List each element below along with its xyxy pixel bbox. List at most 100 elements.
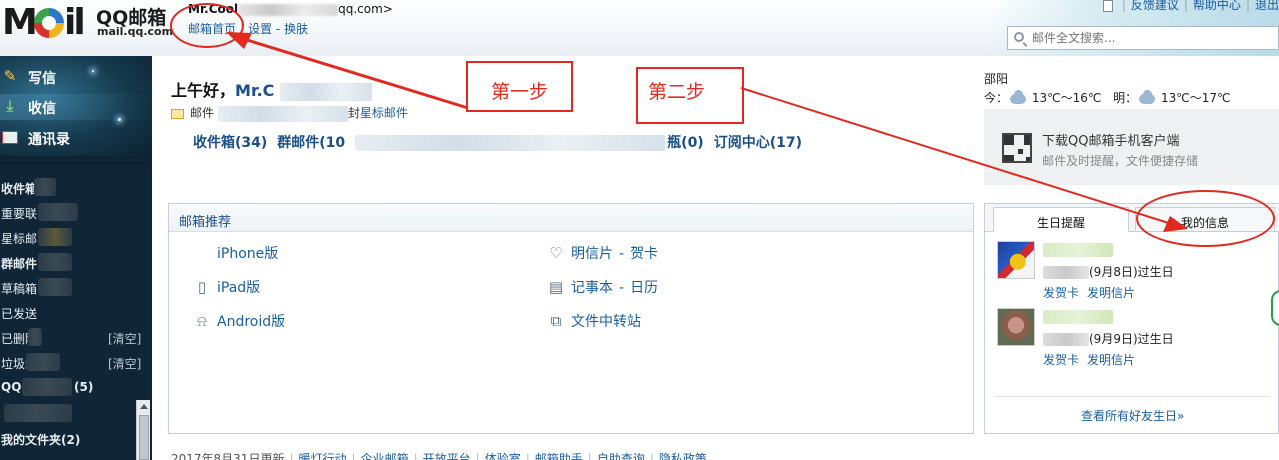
redacted-text (38, 278, 72, 296)
skin-link[interactable]: 换肤 (284, 22, 308, 36)
qq-mail-logo[interactable]: M il QQ邮箱 mail.qq.com (0, 0, 173, 52)
send-card-link[interactable]: 发贺卡 (1043, 286, 1079, 300)
footer-link[interactable]: 企业邮箱 (361, 452, 409, 460)
settings-link[interactable]: 设置 (248, 22, 272, 36)
redacted-name (279, 82, 372, 101)
app-download-title: 下载QQ邮箱手机客户端 (1042, 134, 1180, 149)
redacted-name (1043, 266, 1089, 279)
folder-group[interactable]: 群邮件 (0, 251, 150, 273)
write-button[interactable]: ✎ 写信 (0, 64, 150, 90)
side-widget-tab[interactable] (1271, 290, 1279, 326)
mail-stats: 收件箱(34) 群邮件(10 瓶(0) 订阅中心(17) (193, 132, 812, 152)
folder-name: QQ (1, 380, 22, 394)
bottle-link[interactable]: 瓶(0) (667, 135, 704, 151)
redacted-text (26, 353, 60, 371)
logo-ring-icon (34, 8, 64, 38)
greeting-text: 上午好 (171, 81, 220, 100)
tomorrow-temp: 13℃～17℃ (1161, 91, 1231, 105)
send-postcard-link[interactable]: 发明信片 (1087, 286, 1135, 300)
cloud-rain-icon (1139, 89, 1156, 104)
help-link[interactable]: 帮助中心 (1193, 0, 1241, 12)
folder-spam[interactable]: 垃圾箱 [清空] (0, 351, 150, 373)
ipad-link[interactable]: ▯ iPad版 (193, 277, 260, 297)
folder-drafts[interactable]: 草稿箱 (0, 276, 150, 298)
contacts-button[interactable]: 通讯录 (0, 125, 150, 151)
android-link[interactable]: ⍾ Android版 (193, 311, 285, 331)
my-folders[interactable]: 我的文件夹(2) (0, 427, 150, 449)
today-label: 今： (984, 91, 1009, 105)
calendar-link[interactable]: 日历 (630, 280, 658, 296)
feedback-icon (1102, 0, 1113, 12)
app-download-subtitle: 邮件及时提醒，文件便捷存储 (1042, 154, 1199, 168)
redacted-email (238, 3, 339, 16)
highlight-circle-home (170, 3, 244, 48)
redacted-text (38, 253, 72, 271)
iphone-link[interactable]: iPhone版 (193, 243, 278, 263)
folder-sent[interactable]: 已发送 (0, 301, 150, 323)
search-input[interactable] (1032, 30, 1272, 46)
subscribe-center-link[interactable]: 订阅中心(17) (714, 135, 802, 151)
dash: - (275, 22, 281, 36)
folder-count: (5) (74, 380, 94, 394)
scroll-thumb[interactable] (139, 415, 149, 460)
tab-birthday-reminder[interactable]: 生日提醒 (993, 207, 1129, 232)
qr-code-icon (1002, 133, 1032, 163)
footer-link[interactable]: 开放平台 (423, 452, 471, 460)
folder-inbox[interactable]: 收件箱 (0, 176, 150, 198)
group-mail-link[interactable]: 群邮件(10 (277, 135, 345, 151)
folder-starred[interactable]: 星标邮 (0, 226, 150, 248)
footer-link[interactable]: 隐私政策 (659, 452, 707, 460)
weather-city: 邵阳 (984, 72, 1009, 86)
footer-link[interactable]: 自助查询 (597, 452, 645, 460)
calendar-icon: ▤ (548, 278, 564, 296)
divider (995, 396, 1270, 397)
android-icon: ⍾ (197, 312, 207, 330)
greeting-card-link[interactable]: 贺卡 (630, 246, 658, 262)
contacts-icon (2, 131, 18, 144)
feedback-link[interactable]: 反馈建议 (1131, 0, 1179, 12)
top-right-links: | 反馈建议 | 帮助中心 | 退出 (1102, 0, 1279, 13)
avatar[interactable] (997, 241, 1035, 279)
empty-trash-button[interactable]: [清空] (108, 330, 141, 347)
logout-link[interactable]: 退出 (1255, 0, 1279, 12)
redacted-name (1043, 333, 1089, 346)
highlight-circle-myinfo (1136, 190, 1275, 247)
pencil-icon: ✎ (3, 67, 17, 85)
search-icon (1014, 32, 1024, 42)
account-email-tail: qq.com> (338, 2, 393, 16)
search-box[interactable] (1007, 26, 1279, 50)
folder-name: 收件箱 (1, 182, 38, 196)
redacted-text (38, 203, 78, 221)
view-all-birthdays-link[interactable]: 查看所有好友生日» (1081, 407, 1184, 424)
folder-list: 收件箱 重要联 星标邮 群邮件 草稿箱 已发送 已删除 [清空] 垃圾箱 [清空… (0, 163, 150, 460)
empty-spam-button[interactable]: [清空] (108, 355, 141, 372)
footer-link[interactable]: 暖灯行动 (299, 452, 347, 460)
postcard-link[interactable]: ♡ 明信片 - 贺卡 (547, 243, 658, 263)
folder-qq[interactable]: QQ (5) (0, 376, 150, 398)
footer-link[interactable]: 体验室 (485, 452, 521, 460)
folder-name: 草稿箱 (1, 282, 38, 296)
folder-important[interactable]: 重要联 (0, 201, 150, 223)
avatar[interactable] (997, 308, 1035, 346)
folder-deleted[interactable]: 已删除 [清空] (0, 326, 150, 348)
receive-button[interactable]: ⤓ 收信 (0, 94, 150, 120)
birthday-text: (9月8日)过生日 (1043, 263, 1174, 280)
send-postcard-link[interactable]: 发明信片 (1087, 353, 1135, 367)
envelope-icon (171, 108, 184, 119)
tablet-icon: ▯ (197, 278, 207, 296)
sidebar-actions: ✎ 写信 ⤓ 收信 通讯录 (0, 56, 152, 156)
app-download-box[interactable]: 下载QQ邮箱手机客户端 邮件及时提醒，文件便捷存储 (984, 109, 1279, 185)
inbox-count-link[interactable]: 收件箱(34) (193, 135, 267, 151)
starred-mail-link[interactable]: 星标邮件 (360, 106, 408, 120)
footer-link[interactable]: 邮箱助手 (535, 452, 583, 460)
birthday-text: (9月9日)过生日 (1043, 330, 1174, 347)
folder-name: 重要联 (1, 207, 38, 221)
file-transfer-link[interactable]: ⧉ 文件中转站 (547, 311, 641, 331)
write-label: 写信 (28, 71, 56, 87)
folder-redacted[interactable] (0, 402, 150, 424)
notebook-link[interactable]: ▤ 记事本 - 日历 (547, 277, 658, 297)
redacted-text (28, 328, 42, 346)
sidebar-scrollbar[interactable] (136, 400, 150, 460)
send-card-link[interactable]: 发贺卡 (1043, 353, 1079, 367)
scroll-up-icon[interactable] (140, 404, 148, 409)
